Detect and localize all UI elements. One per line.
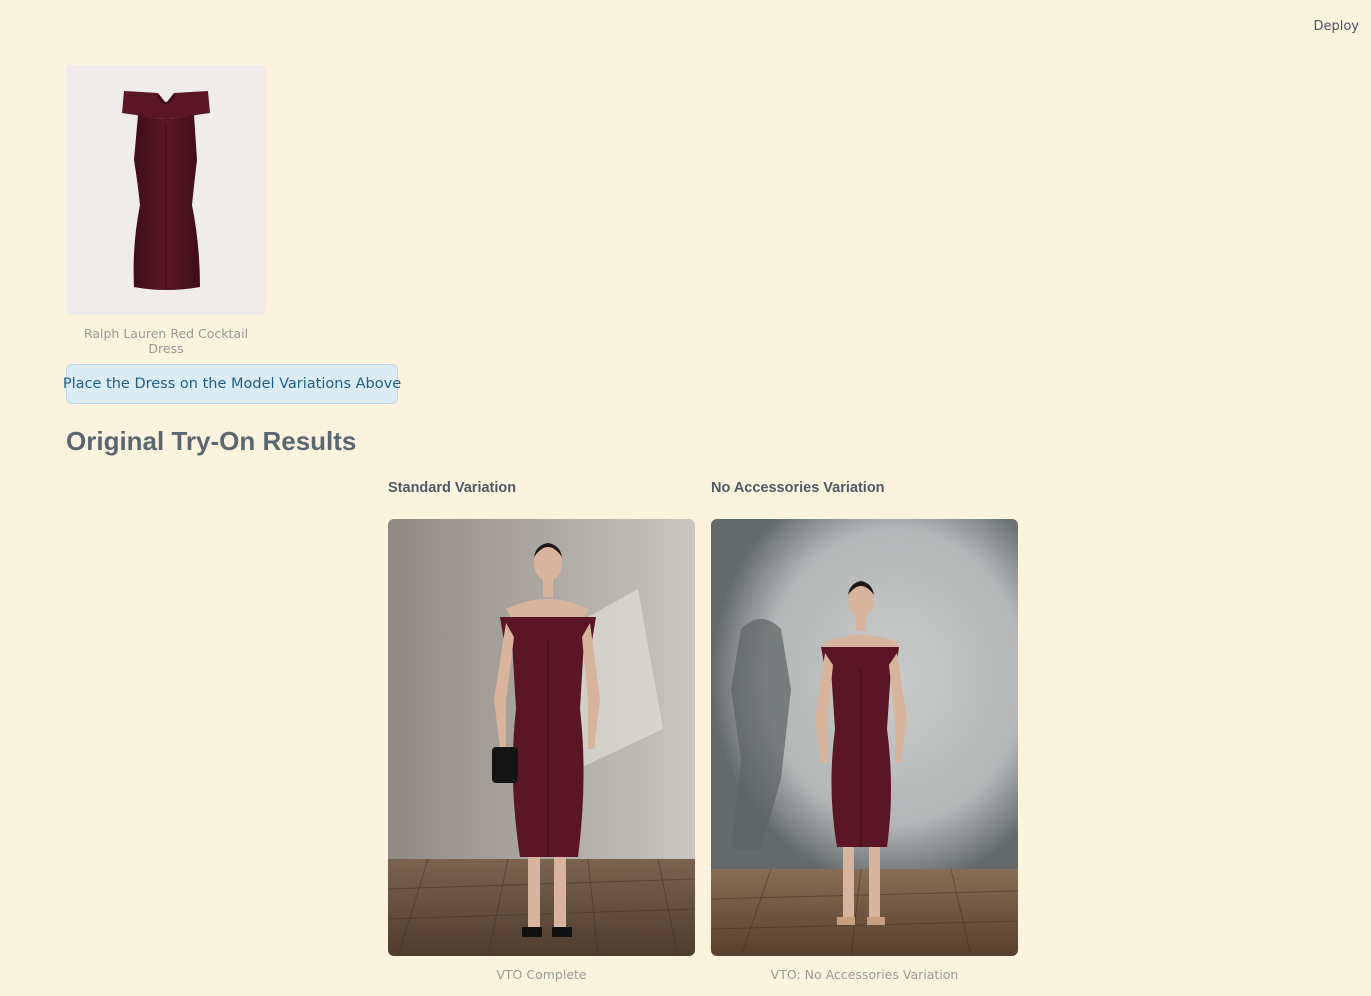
no-accessories-variation-label: No Accessories Variation [711, 480, 885, 496]
place-dress-button[interactable]: Place the Dress on the Model Variations … [63, 364, 401, 404]
results-title: Original Try-On Results [66, 426, 357, 456]
dress-icon [122, 91, 210, 290]
no-accessories-variation-image [711, 519, 1018, 956]
app-page: Deploy Ralph Lauren Red Cocktail Dress P… [0, 0, 1371, 996]
no-accessories-variation-caption: VTO: No Accessories Variation [770, 967, 959, 982]
standard-variation-label: Standard Variation [388, 480, 517, 496]
product-image [66, 65, 266, 315]
standard-variation-image [388, 519, 695, 956]
product-caption: Ralph Lauren Red Cocktail Dress [83, 326, 249, 356]
deploy-button[interactable]: Deploy [1309, 17, 1363, 36]
standard-variation-caption: VTO Complete [496, 967, 587, 982]
